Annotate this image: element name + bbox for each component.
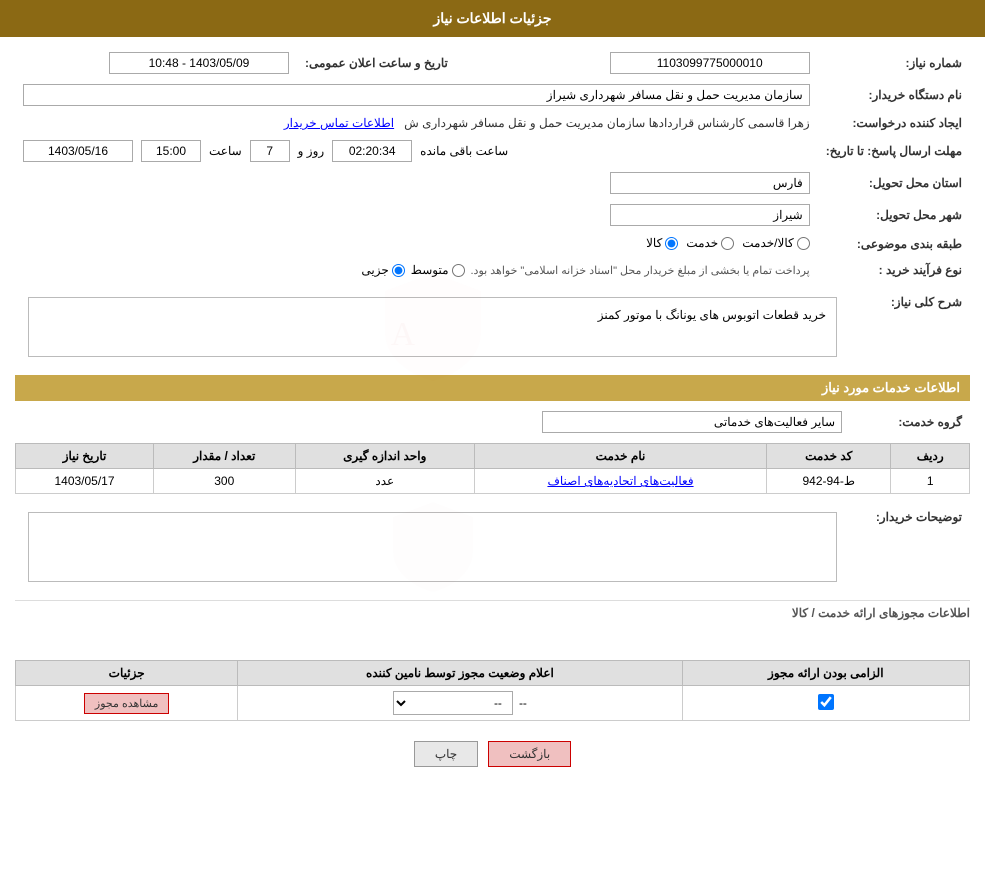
need-number-value <box>507 47 818 79</box>
category-label: طبقه بندی موضوعی: <box>818 231 970 258</box>
view-license-button[interactable]: مشاهده مجوز <box>84 693 169 714</box>
datetime-input[interactable] <box>109 52 289 74</box>
response-deadline-row: ساعت باقی مانده روز و ساعت <box>15 135 818 167</box>
license-info-label: اطلاعات مجوزهای ارائه خدمت / کالا <box>15 600 970 625</box>
main-content: شماره نیاز: تاریخ و ساعت اعلان عمومی: نا… <box>0 37 985 792</box>
buyer-notes-value <box>15 502 850 592</box>
bottom-buttons: بازگشت چاپ <box>15 726 970 782</box>
license-details-cell: مشاهده مجوز <box>16 686 238 721</box>
datetime-label: تاریخ و ساعت اعلان عمومی: <box>297 47 477 79</box>
creator-text: زهرا قاسمی کارشناس قراردادها سازمان مدیر… <box>404 116 810 130</box>
license-row: -- -- مشاهده مجوز <box>16 686 970 721</box>
cell-name-1: فعالیت‌های اتحادیه‌های اصناف <box>475 469 767 494</box>
city-input[interactable] <box>610 204 810 226</box>
license-required-checkbox[interactable] <box>818 694 834 710</box>
category-row: کالا/خدمت خدمت کالا <box>15 231 818 258</box>
cell-date-1: 1403/05/17 <box>16 469 154 494</box>
service-group-label: گروه خدمت: <box>850 406 970 438</box>
buyer-notes-table: توضیحات خریدار: <box>15 502 970 592</box>
license-status-cell: -- -- <box>238 686 682 721</box>
buyer-org-input[interactable] <box>23 84 810 106</box>
service-group-table: گروه خدمت: <box>15 406 970 438</box>
page-title: جزئیات اطلاعات نیاز <box>433 10 551 26</box>
province-label: استان محل تحویل: <box>818 167 970 199</box>
contact-info-link[interactable]: اطلاعات تماس خریدار <box>284 116 394 130</box>
remaining-time-label: ساعت باقی مانده <box>420 144 508 158</box>
response-deadline-label: مهلت ارسال پاسخ: تا تاریخ: <box>818 135 970 167</box>
response-time-label: ساعت <box>209 144 242 158</box>
need-number-input[interactable] <box>610 52 810 74</box>
category-both-label: کالا/خدمت <box>742 236 793 250</box>
watermark-shield-icon: A <box>373 267 493 387</box>
general-desc-value: A خرید قطعات اتوبوس های یونانگ با موتور … <box>15 287 850 367</box>
license-status-text: -- <box>519 696 527 710</box>
table-row: 1 ط-94-942 فعالیت‌های اتحادیه‌های اصناف … <box>16 469 970 494</box>
need-number-label: شماره نیاز: <box>818 47 970 79</box>
purchase-type-note: پرداخت تمام یا بخشی از مبلغ خریدار محل "… <box>471 264 810 277</box>
print-button[interactable]: چاپ <box>414 741 478 767</box>
license-col-status: اعلام وضعیت مجوز توسط نامین کننده <box>238 661 682 686</box>
province-input[interactable] <box>610 172 810 194</box>
col-header-unit: واحد اندازه گیری <box>295 444 474 469</box>
cell-unit-1: عدد <box>295 469 474 494</box>
service-group-input[interactable] <box>542 411 842 433</box>
cell-row-1: 1 <box>891 469 970 494</box>
page-wrapper: جزئیات اطلاعات نیاز شماره نیاز: تاریخ و … <box>0 0 985 875</box>
datetime-value <box>15 47 297 79</box>
buyer-org-value <box>15 79 818 111</box>
col-header-code: کد خدمت <box>767 444 891 469</box>
service-name-link[interactable]: فعالیت‌های اتحادیه‌های اصناف <box>547 474 693 488</box>
category-option-goods[interactable]: کالا <box>646 236 678 250</box>
province-value <box>15 167 818 199</box>
license-status-row: -- -- <box>246 691 673 715</box>
category-option-service[interactable]: خدمت <box>686 236 734 250</box>
buyer-notes-watermark-icon <box>383 497 483 597</box>
buyer-notes-label: توضیحات خریدار: <box>850 502 970 592</box>
response-time-input[interactable] <box>141 140 201 162</box>
license-status-select[interactable]: -- <box>393 691 513 715</box>
category-goods-label: کالا <box>646 236 662 250</box>
category-service-label: خدمت <box>686 236 718 250</box>
response-date-input[interactable] <box>23 140 133 162</box>
services-section-header: اطلاعات خدمات مورد نیاز <box>15 375 970 401</box>
remaining-time-input[interactable] <box>332 140 412 162</box>
col-header-date: تاریخ نیاز <box>16 444 154 469</box>
main-form-table: شماره نیاز: تاریخ و ساعت اعلان عمومی: نا… <box>15 47 970 282</box>
col-header-name: نام خدمت <box>475 444 767 469</box>
license-col-details: جزئیات <box>16 661 238 686</box>
response-days-input[interactable] <box>250 140 290 162</box>
purchase-type-label: نوع فرآیند خرید : <box>818 258 970 283</box>
page-header: جزئیات اطلاعات نیاز <box>0 0 985 37</box>
service-group-value <box>15 406 850 438</box>
license-required-cell <box>682 686 969 721</box>
buyer-notes-box <box>28 512 837 582</box>
creator-label: ایجاد کننده درخواست: <box>818 111 970 135</box>
general-desc-section: شرح کلی نیاز: A خرید قطعات اتوبوس های یو… <box>15 287 970 367</box>
general-desc-table: شرح کلی نیاز: A خرید قطعات اتوبوس های یو… <box>15 287 970 367</box>
city-label: شهر محل تحویل: <box>818 199 970 231</box>
license-table: الزامی بودن ارائه مجوز اعلام وضعیت مجوز … <box>15 660 970 721</box>
creator-value: زهرا قاسمی کارشناس قراردادها سازمان مدیر… <box>15 111 818 135</box>
general-desc-text: خرید قطعات اتوبوس های یونانگ با موتور کم… <box>34 303 831 327</box>
response-days-label: روز و <box>298 144 325 158</box>
general-desc-box: A خرید قطعات اتوبوس های یونانگ با موتور … <box>28 297 837 357</box>
general-desc-label: شرح کلی نیاز: <box>850 287 970 367</box>
col-header-quantity: تعداد / مقدار <box>154 444 296 469</box>
city-value <box>15 199 818 231</box>
cell-quantity-1: 300 <box>154 469 296 494</box>
services-table: ردیف کد خدمت نام خدمت واحد اندازه گیری ت… <box>15 443 970 494</box>
col-header-row: ردیف <box>891 444 970 469</box>
cell-code-1: ط-94-942 <box>767 469 891 494</box>
buyer-org-label: نام دستگاه خریدار: <box>818 79 970 111</box>
category-option-both[interactable]: کالا/خدمت <box>742 236 809 250</box>
license-col-required: الزامی بودن ارائه مجوز <box>682 661 969 686</box>
back-button[interactable]: بازگشت <box>488 741 571 767</box>
